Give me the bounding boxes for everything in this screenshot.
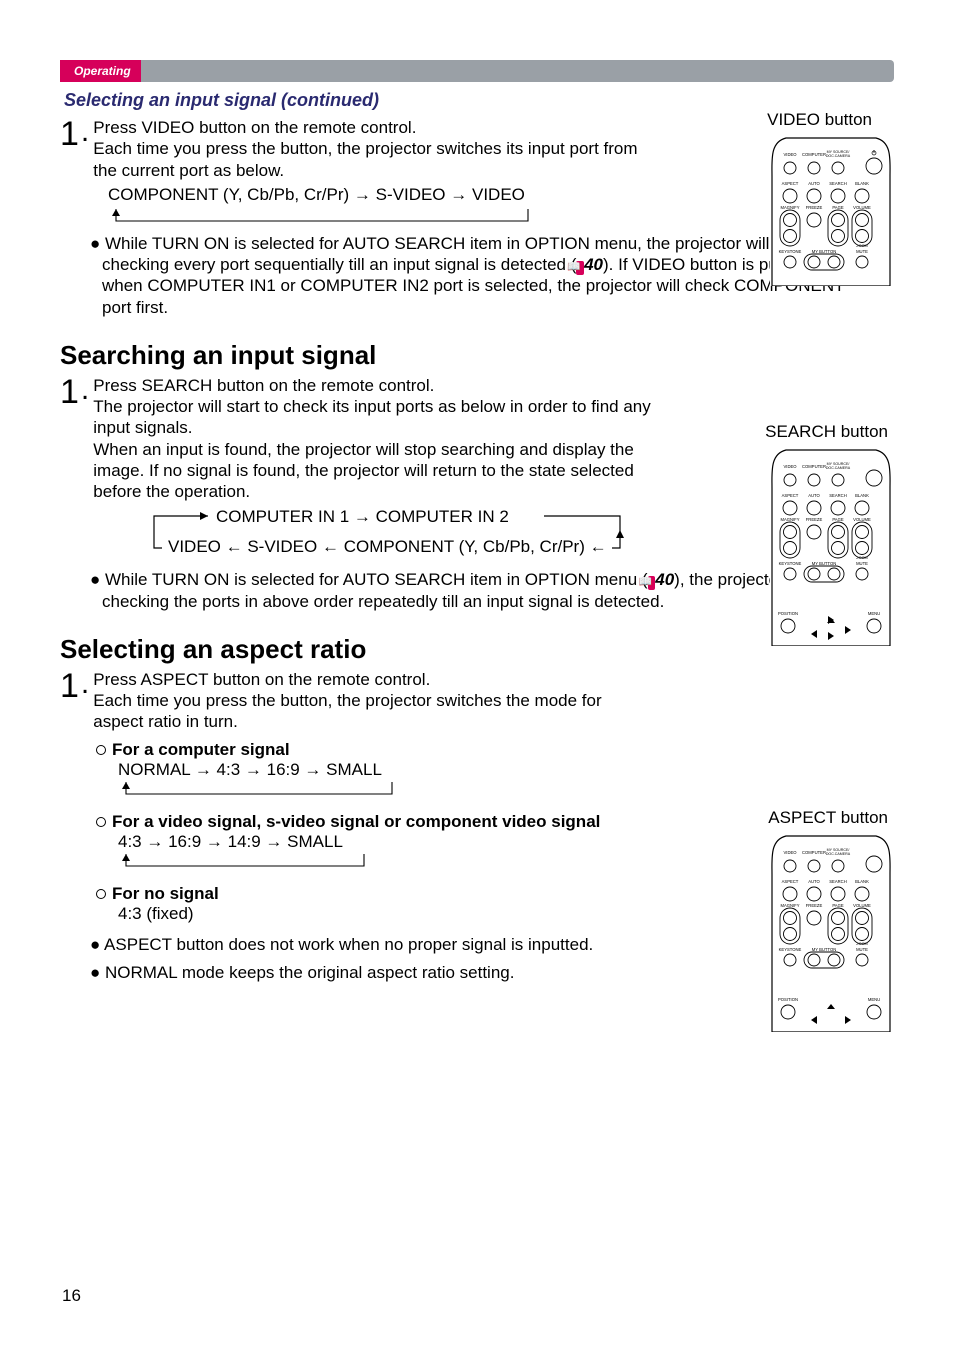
subsection-heading: Selecting an input signal (continued)	[64, 90, 894, 111]
section3-title: Selecting an aspect ratio	[60, 634, 894, 665]
svg-text:MENU: MENU	[868, 997, 880, 1002]
remote-label-video: VIDEO button	[767, 110, 872, 130]
svg-text:ASPECT: ASPECT	[782, 181, 799, 186]
svg-text:COMPUTER: COMPUTER	[802, 464, 826, 469]
svg-text:DOC.CAMERA: DOC.CAMERA	[826, 466, 851, 470]
step-dot: .	[81, 381, 89, 399]
step-dot: .	[81, 123, 89, 141]
section1-bullet: ● While TURN ON is selected for AUTO SEA…	[90, 233, 860, 318]
remote-label-aspect: ASPECT button	[768, 808, 888, 828]
svg-text:VIDEO: VIDEO	[783, 464, 797, 469]
svg-text:MY BUTTON: MY BUTTON	[812, 947, 837, 952]
svg-text:ASPECT: ASPECT	[782, 879, 799, 884]
svg-text:MAGNIFY: MAGNIFY	[780, 205, 799, 210]
svg-text:VIDEO: VIDEO	[783, 850, 797, 855]
svg-text:SEARCH: SEARCH	[829, 879, 846, 884]
step-number: 1	[60, 375, 79, 409]
step1-line2: Each time you press the button, the proj…	[93, 139, 637, 179]
svg-text:BLANK: BLANK	[855, 493, 869, 498]
section2-loop: COMPUTER IN 1 → COMPUTER IN 2 VIDEO ← S-…	[140, 506, 660, 563]
svg-text:POSITION: POSITION	[778, 611, 798, 616]
step-number: 1	[60, 117, 79, 151]
svg-text:VOLUME: VOLUME	[853, 205, 871, 210]
remote-diagram-2: VIDEOCOMPUTER MY SOURCE/DOC.CAMERA ASPEC…	[770, 448, 892, 646]
chapter-bar: Operating	[60, 60, 894, 82]
svg-text:VOLUME: VOLUME	[853, 903, 871, 908]
svg-text:BLANK: BLANK	[855, 181, 869, 186]
svg-text:AUTO: AUTO	[808, 181, 820, 186]
svg-text:VIDEO ← S-VIDEO ← COMPONENT (Y: VIDEO ← S-VIDEO ← COMPONENT (Y, Cb/Pb, C…	[168, 537, 607, 556]
svg-text:COMPUTER: COMPUTER	[802, 850, 826, 855]
remote-diagram-1: VIDEO COMPUTER MY SOURCE/ DOC.CAMERA ASP…	[770, 136, 892, 286]
svg-text:MUTE: MUTE	[856, 561, 868, 566]
svg-text:PAGE: PAGE	[832, 903, 844, 908]
bullet-circle-icon	[96, 817, 106, 827]
section2-bullet: ● While TURN ON is selected for AUTO SEA…	[90, 569, 860, 612]
svg-text:KEYSTONE: KEYSTONE	[779, 249, 802, 254]
step-dot: .	[81, 675, 89, 693]
svg-text:MAGNIFY: MAGNIFY	[780, 517, 799, 522]
svg-text:SEARCH: SEARCH	[829, 181, 846, 186]
svg-text:AUTO: AUTO	[808, 879, 820, 884]
section3-bullet2: ● NORMAL mode keeps the original aspect …	[90, 962, 860, 983]
svg-text:DOC.CAMERA: DOC.CAMERA	[826, 852, 851, 856]
svg-text:POSITION: POSITION	[778, 997, 798, 1002]
section3-step1: 1 . Press ASPECT button on the remote co…	[60, 669, 894, 733]
bullet-circle-icon	[96, 745, 106, 755]
svg-text:VIDEO: VIDEO	[783, 152, 797, 157]
svg-text:COMPUTER IN 1 → COMPUTER IN 2: COMPUTER IN 1 → COMPUTER IN 2	[216, 507, 509, 526]
aspect-loop-1	[118, 780, 894, 805]
bullet-circle-icon	[96, 889, 106, 899]
svg-text:FREEZE: FREEZE	[806, 517, 823, 522]
svg-text:VOLUME: VOLUME	[853, 517, 871, 522]
page-number: 16	[62, 1286, 81, 1306]
svg-text:DOC.CAMERA: DOC.CAMERA	[826, 154, 851, 158]
svg-text:ASPECT: ASPECT	[782, 493, 799, 498]
svg-text:SEARCH: SEARCH	[829, 493, 846, 498]
svg-text:BLANK: BLANK	[855, 879, 869, 884]
svg-text:FREEZE: FREEZE	[806, 903, 823, 908]
section2-title: Searching an input signal	[60, 340, 894, 371]
svg-text:MY BUTTON: MY BUTTON	[812, 249, 837, 254]
svg-text:ZOOM: ZOOM	[856, 244, 867, 248]
svg-text:MENU: MENU	[868, 611, 880, 616]
svg-text:ZOOM: ZOOM	[856, 942, 867, 946]
svg-text:MUTE: MUTE	[856, 947, 868, 952]
svg-text:KEYSTONE: KEYSTONE	[779, 561, 802, 566]
aspect-case-video: For a video signal, s-video signal or co…	[96, 811, 656, 832]
section3-bullet1: ● ASPECT button does not work when no pr…	[90, 934, 860, 955]
svg-text:MY BUTTON: MY BUTTON	[812, 561, 837, 566]
step-number: 1	[60, 669, 79, 703]
chapter-label: Operating	[60, 60, 141, 82]
svg-text:MAGNIFY: MAGNIFY	[780, 903, 799, 908]
svg-text:AUTO: AUTO	[808, 493, 820, 498]
aspect-case-computer: For a computer signal	[96, 739, 894, 760]
svg-text:PAGE: PAGE	[832, 517, 844, 522]
section1-sequence: COMPONENT (Y, Cb/Pb, Cr/Pr) → S-VIDEO → …	[108, 185, 668, 205]
svg-text:PAGE: PAGE	[832, 205, 844, 210]
svg-text:COMPUTER: COMPUTER	[802, 152, 826, 157]
remote-label-search: SEARCH button	[765, 422, 888, 442]
svg-text:FREEZE: FREEZE	[806, 205, 823, 210]
svg-text:ZOOM: ZOOM	[856, 556, 867, 560]
aspect-seq-computer: NORMAL → 4:3 → 16:9 → SMALL	[118, 760, 894, 780]
remote-diagram-3: VIDEOCOMPUTER MY SOURCE/DOC.CAMERA ASPEC…	[770, 834, 892, 1032]
svg-text:KEYSTONE: KEYSTONE	[779, 947, 802, 952]
svg-text:MUTE: MUTE	[856, 249, 868, 254]
section1-loop-arrow	[108, 207, 588, 225]
step1-line1: Press VIDEO button on the remote control…	[93, 118, 416, 137]
book-icon: 📖	[576, 261, 584, 275]
